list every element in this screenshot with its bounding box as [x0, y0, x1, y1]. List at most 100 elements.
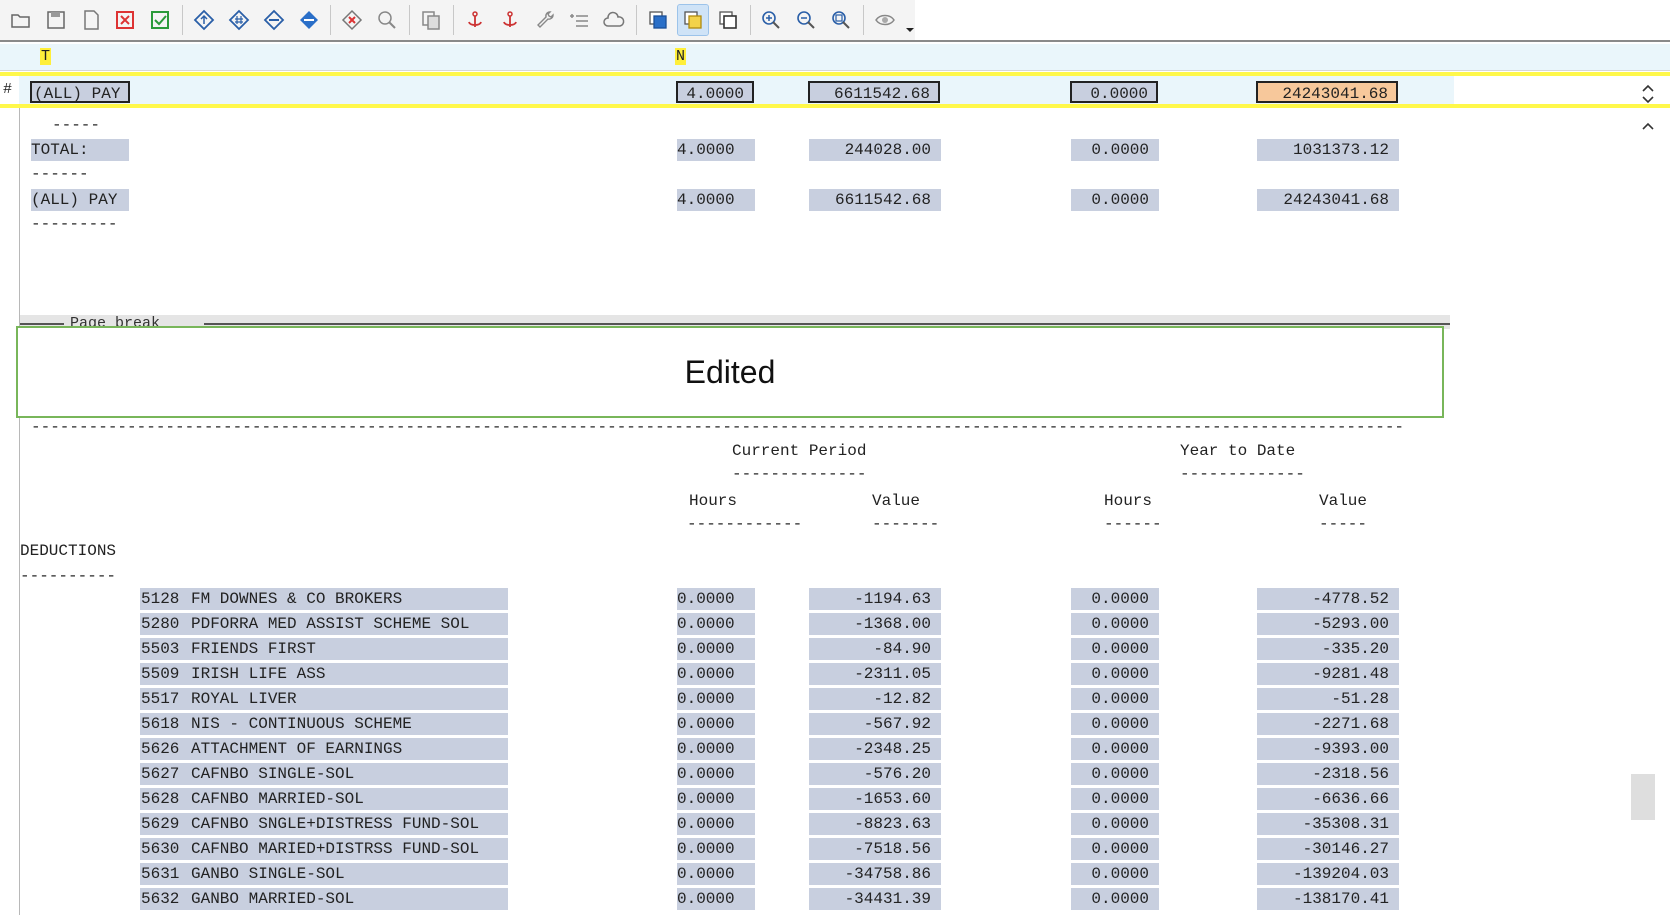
- row-hours-cp[interactable]: 0.0000: [677, 588, 755, 610]
- row-hours-ytd[interactable]: 0.0000: [1071, 738, 1159, 760]
- row-code[interactable]: 5632: [140, 888, 185, 910]
- scrollbar-thumb[interactable]: [1631, 774, 1655, 820]
- row-hours-ytd[interactable]: 0.0000: [1071, 813, 1159, 835]
- row-hours-cp[interactable]: 0.0000: [677, 638, 755, 660]
- row-name[interactable]: GANBO MARRIED-SOL: [184, 888, 508, 910]
- row-code[interactable]: 5627: [140, 763, 185, 785]
- row-code[interactable]: 5503: [140, 638, 185, 660]
- check-green-icon[interactable]: [145, 5, 175, 35]
- row-value-cp[interactable]: -34431.39: [809, 888, 941, 910]
- row-value-cp[interactable]: -34758.86: [809, 863, 941, 885]
- row-name[interactable]: CAFNBO MARIED+DISTRSS FUND-SOL: [184, 838, 508, 860]
- row-name[interactable]: PDFORRA MED ASSIST SCHEME SOL: [184, 613, 508, 635]
- selected-hours-cp[interactable]: 4.0000: [676, 81, 754, 103]
- total-value-ytd[interactable]: 1031373.12: [1257, 139, 1399, 161]
- open-folder-icon[interactable]: [6, 5, 36, 35]
- row-value-ytd[interactable]: -4778.52: [1257, 588, 1399, 610]
- row-hours-cp[interactable]: 0.0000: [677, 813, 755, 835]
- zoom-out-icon[interactable]: [791, 5, 821, 35]
- row-value-ytd[interactable]: -6636.66: [1257, 788, 1399, 810]
- zoom-page-icon[interactable]: [372, 5, 402, 35]
- row-value-cp[interactable]: -1653.60: [809, 788, 941, 810]
- row-name[interactable]: ROYAL LIVER: [184, 688, 508, 710]
- row-hours-ytd[interactable]: 0.0000: [1071, 888, 1159, 910]
- row-hours-cp[interactable]: 0.0000: [677, 738, 755, 760]
- diamond-x-icon[interactable]: [337, 5, 367, 35]
- row-code[interactable]: 5628: [140, 788, 185, 810]
- eye-icon[interactable]: [870, 5, 900, 35]
- cloud-icon[interactable]: [599, 5, 629, 35]
- row-code[interactable]: 5631: [140, 863, 185, 885]
- zoom-in-icon[interactable]: [757, 5, 787, 35]
- selected-label[interactable]: (ALL) PAY: [30, 81, 130, 103]
- report-scroll-up-icon[interactable]: [1641, 120, 1655, 134]
- row-value-cp[interactable]: -567.92: [809, 713, 941, 735]
- row-value-ytd[interactable]: -335.20: [1257, 638, 1399, 660]
- row-hours-cp[interactable]: 0.0000: [677, 863, 755, 885]
- row-hours-cp[interactable]: 0.0000: [677, 688, 755, 710]
- row-code[interactable]: 5629: [140, 813, 185, 835]
- row-code[interactable]: 5626: [140, 738, 185, 760]
- allpay-value-cp[interactable]: 6611542.68: [809, 189, 941, 211]
- zoom-fit-icon[interactable]: [826, 5, 856, 35]
- tag-n[interactable]: N: [675, 48, 687, 65]
- row-value-cp[interactable]: -12.82: [809, 688, 941, 710]
- scroll-down-icon[interactable]: [1641, 92, 1655, 106]
- row-name[interactable]: FRIENDS FIRST: [184, 638, 508, 660]
- row-hours-ytd[interactable]: 0.0000: [1071, 713, 1159, 735]
- row-hours-cp[interactable]: 0.0000: [677, 713, 755, 735]
- diamond-up-icon[interactable]: [189, 5, 219, 35]
- row-value-ytd[interactable]: -9281.48: [1257, 663, 1399, 685]
- row-code[interactable]: 5280: [140, 613, 185, 635]
- allpay-label[interactable]: (ALL) PAY: [31, 189, 129, 211]
- row-value-ytd[interactable]: -138170.41: [1257, 888, 1399, 910]
- row-hours-cp[interactable]: 0.0000: [677, 838, 755, 860]
- row-value-ytd[interactable]: -2318.56: [1257, 763, 1399, 785]
- row-value-cp[interactable]: -2348.25: [809, 738, 941, 760]
- row-name[interactable]: CAFNBO SINGLE-SOL: [184, 763, 508, 785]
- row-code[interactable]: 5630: [140, 838, 185, 860]
- row-name[interactable]: NIS - CONTINUOUS SCHEME: [184, 713, 508, 735]
- row-value-ytd[interactable]: -51.28: [1257, 688, 1399, 710]
- save-icon[interactable]: [41, 5, 71, 35]
- outline-square-icon[interactable]: [713, 5, 743, 35]
- total-hours-cp[interactable]: 4.0000: [677, 139, 755, 161]
- allpay-value-ytd[interactable]: 24243041.68: [1257, 189, 1399, 211]
- diamond-blue-icon[interactable]: [294, 5, 324, 35]
- row-value-cp[interactable]: -84.90: [809, 638, 941, 660]
- row-hours-ytd[interactable]: 0.0000: [1071, 613, 1159, 635]
- row-value-ytd[interactable]: -30146.27: [1257, 838, 1399, 860]
- new-page-icon[interactable]: [76, 5, 106, 35]
- wrench-icon[interactable]: [530, 5, 560, 35]
- row-hours-ytd[interactable]: 0.0000: [1071, 763, 1159, 785]
- row-code[interactable]: 5618: [140, 713, 185, 735]
- total-label[interactable]: TOTAL:: [31, 139, 129, 161]
- row-hours-ytd[interactable]: 0.0000: [1071, 788, 1159, 810]
- selected-value-cp[interactable]: 6611542.68: [808, 81, 940, 103]
- row-hours-ytd[interactable]: 0.0000: [1071, 838, 1159, 860]
- row-value-ytd[interactable]: -5293.00: [1257, 613, 1399, 635]
- dropdown-arrow-icon[interactable]: [905, 5, 915, 35]
- diamond-minus-icon[interactable]: [259, 5, 289, 35]
- allpay-hours-ytd[interactable]: 0.0000: [1071, 189, 1159, 211]
- selected-value-ytd[interactable]: 24243041.68: [1256, 81, 1398, 103]
- selected-row[interactable]: # (ALL) PAY 4.0000 6611542.68 0.0000 242…: [0, 72, 1670, 108]
- row-hours-cp[interactable]: 0.0000: [677, 888, 755, 910]
- row-hours-ytd[interactable]: 0.0000: [1071, 663, 1159, 685]
- row-name[interactable]: GANBO SINGLE-SOL: [184, 863, 508, 885]
- total-value-cp[interactable]: 244028.00: [809, 139, 941, 161]
- row-value-cp[interactable]: -2311.05: [809, 663, 941, 685]
- copy-page-icon[interactable]: [416, 5, 446, 35]
- blue-square-icon[interactable]: [643, 5, 673, 35]
- row-code[interactable]: 5128: [140, 588, 185, 610]
- anchor-red2-icon[interactable]: [495, 5, 525, 35]
- list-add-icon[interactable]: [564, 5, 594, 35]
- row-value-cp[interactable]: -8823.63: [809, 813, 941, 835]
- row-value-ytd[interactable]: -139204.03: [1257, 863, 1399, 885]
- row-name[interactable]: IRISH LIFE ASS: [184, 663, 508, 685]
- row-hours-cp[interactable]: 0.0000: [677, 613, 755, 635]
- row-name[interactable]: FM DOWNES & CO BROKERS: [184, 588, 508, 610]
- selected-hours-ytd[interactable]: 0.0000: [1070, 81, 1158, 103]
- delete-red-icon[interactable]: [110, 5, 140, 35]
- row-hours-cp[interactable]: 0.0000: [677, 663, 755, 685]
